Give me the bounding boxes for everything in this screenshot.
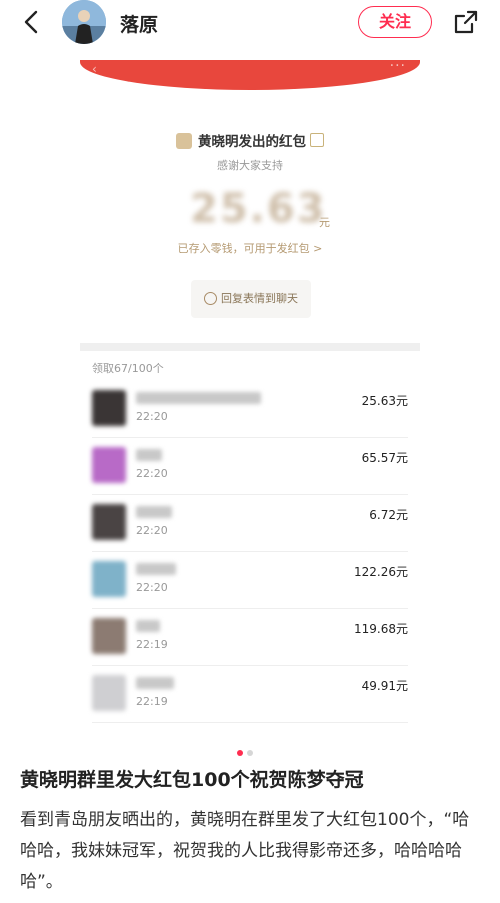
badge-icon (310, 133, 324, 147)
blurred-name (136, 506, 172, 518)
avatar (92, 504, 126, 540)
avatar (92, 390, 126, 426)
author-name[interactable]: 落原 (120, 10, 158, 37)
currency-label: 元 (319, 216, 330, 229)
carousel-dot-active[interactable] (237, 750, 243, 756)
claim-count: 领取67/100个 (92, 362, 164, 375)
avatar[interactable] (62, 0, 106, 44)
list-item: 22:20 122.26元 (92, 551, 408, 609)
top-bar: 落原 关注 (0, 0, 500, 44)
claim-time: 22:20 (136, 581, 168, 594)
blurred-name (136, 620, 160, 632)
sender-title: 黄晓明发出的红包 (198, 134, 306, 150)
claim-amount: 6.72元 (369, 508, 408, 522)
chevron-left-icon[interactable] (18, 8, 46, 36)
claim-time: 22:20 (136, 524, 168, 537)
list-item: 22:19 119.68元 (92, 608, 408, 666)
blurred-name (136, 449, 162, 461)
greeting: 感谢大家支持 (217, 159, 283, 172)
blurred-name (136, 677, 174, 689)
carousel-indicator[interactable] (237, 741, 257, 760)
claim-amount: 49.91元 (361, 679, 408, 693)
post-body: 看到青岛朋友晒出的，黄晓明在群里发了大红包100个，“哈哈哈，我妹妹冠军，祝贺我… (20, 810, 470, 892)
claim-time: 22:19 (136, 638, 168, 651)
claim-amount: 119.68元 (354, 622, 408, 636)
blurred-name (136, 392, 261, 404)
sender-row: 黄晓明发出的红包 (80, 130, 420, 150)
list-item: 22:20 65.57元 (92, 437, 408, 495)
list-item: 22:20 6.72元 (92, 494, 408, 552)
claim-time: 22:20 (136, 467, 168, 480)
claim-amount: 25.63元 (361, 394, 408, 408)
list-item: 22:20 25.63元 (92, 380, 408, 438)
avatar (92, 561, 126, 597)
claim-time: 22:20 (136, 410, 168, 423)
claim-time: 22:19 (136, 695, 168, 708)
claim-amount: 122.26元 (354, 565, 408, 579)
avatar (92, 675, 126, 711)
post-title: 黄晓明群里发大红包100个祝贺陈梦夺冠 (20, 769, 364, 791)
claim-amount: 65.57元 (361, 451, 408, 465)
post-image[interactable]: ‹ ··· 黄晓明发出的红包 感谢大家支持 25.63 元 已存入零钱，可用于发… (80, 60, 420, 730)
reply-emoji-button: 回复表情到聊天 (191, 280, 311, 318)
carousel-dot[interactable] (247, 750, 253, 756)
more-icon: ··· (389, 60, 406, 74)
reply-label: 回复表情到聊天 (221, 292, 298, 305)
chevron-left-icon: ‹ (92, 62, 97, 76)
avatar (92, 447, 126, 483)
sender-avatar-icon (176, 133, 192, 149)
blurred-name (136, 563, 176, 575)
amount-value: 25.63 (190, 186, 327, 232)
list-item: 22:19 49.91元 (92, 665, 408, 723)
smile-icon (204, 292, 217, 305)
avatar (92, 618, 126, 654)
share-icon[interactable] (452, 8, 480, 36)
follow-button[interactable]: 关注 (358, 6, 432, 38)
saved-link: 已存入零钱，可用于发红包 > (177, 242, 323, 255)
red-packet-header: ‹ ··· (80, 60, 420, 90)
divider (80, 343, 420, 351)
